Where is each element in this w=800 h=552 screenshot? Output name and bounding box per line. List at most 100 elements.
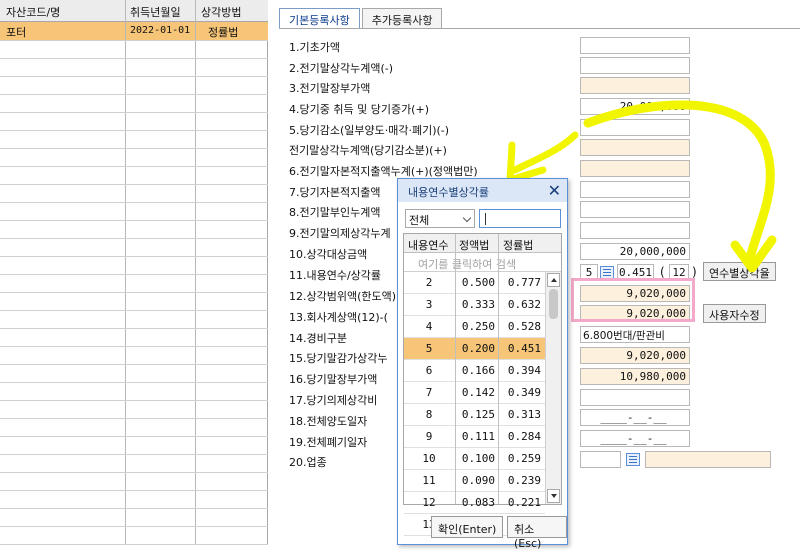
filter-select[interactable]: 전체 bbox=[405, 209, 475, 228]
tab-basic-registration[interactable]: 기본등록사항 bbox=[279, 8, 360, 29]
straight-line-rate-cell: 0.100 bbox=[461, 452, 495, 465]
column-header-useful-life[interactable]: 내용연수 bbox=[408, 237, 448, 253]
rate-table-row[interactable]: 7 0.142 0.349 bbox=[404, 382, 545, 404]
field-expense-type[interactable]: 6.800번대/판관비 bbox=[580, 326, 690, 343]
field-current-acquisition[interactable]: 20,000,000 bbox=[580, 98, 690, 115]
asset-row-selected[interactable]: 포터 2022-01-01 정률법 bbox=[0, 22, 268, 40]
useful-life-cell: 10 bbox=[422, 452, 436, 465]
straight-line-rate-cell: 0.250 bbox=[461, 320, 495, 333]
confirm-button[interactable]: 확인(Enter) bbox=[431, 516, 504, 538]
table-divider bbox=[498, 234, 499, 504]
rate-table-row[interactable]: 3 0.333 0.632 bbox=[404, 294, 545, 316]
field-current-capital-expenditure[interactable] bbox=[580, 181, 690, 198]
useful-life-cell: 7 bbox=[425, 386, 433, 399]
field-prior-accum-decrease bbox=[580, 139, 690, 156]
tab-bar: 기본등록사항 추가등록사항 bbox=[279, 8, 444, 29]
rate-table-row[interactable]: 5 0.200 0.451 bbox=[404, 338, 545, 360]
user-edit-button[interactable]: 사용자수정 bbox=[703, 304, 766, 323]
table-search-hint[interactable]: 여기를 클릭하여 검색 bbox=[404, 253, 561, 272]
field-prior-accum-depreciation[interactable] bbox=[580, 57, 690, 74]
useful-life-cell: 2 bbox=[425, 276, 433, 289]
label-useful-life-rate: 11.내용연수/상각률 bbox=[289, 269, 382, 282]
cancel-button[interactable]: 취소(Esc) bbox=[507, 516, 567, 550]
field-industry-name bbox=[645, 451, 771, 468]
grid-row-line bbox=[0, 112, 268, 113]
straight-line-rate-cell: 0.090 bbox=[461, 474, 495, 487]
straight-line-rate-cell: 0.500 bbox=[461, 276, 495, 289]
column-header-straight-line[interactable]: 정액법 bbox=[459, 237, 489, 253]
arrow-head bbox=[506, 141, 547, 184]
dialog-title-bar: 내용연수별상각률 ✕ bbox=[398, 179, 567, 202]
useful-life-cell: 4 bbox=[425, 320, 433, 333]
useful-life-cell: 3 bbox=[425, 298, 433, 311]
column-header-asset-code[interactable]: 자산코드/명 bbox=[6, 4, 60, 20]
grid-row-line bbox=[0, 490, 268, 491]
field-industry-code[interactable] bbox=[580, 451, 621, 468]
tab-additional-registration[interactable]: 추가등록사항 bbox=[361, 8, 443, 29]
chevron-down-icon bbox=[462, 213, 472, 223]
declining-balance-rate-cell: 0.284 bbox=[507, 430, 541, 443]
label-current-book-value: 16.당기말장부가액 bbox=[289, 373, 378, 386]
field-full-disposal-date[interactable]: ____-__-__ bbox=[580, 430, 690, 447]
table-scrollbar[interactable] bbox=[545, 272, 561, 504]
declining-balance-rate-cell: 0.451 bbox=[507, 342, 541, 355]
column-header-depreciation-method[interactable]: 상각방법 bbox=[201, 4, 241, 20]
useful-life-cell: 5 bbox=[425, 342, 433, 355]
rate-table-row[interactable]: 6 0.166 0.394 bbox=[404, 360, 545, 382]
declining-balance-rate-cell: 0.528 bbox=[507, 320, 541, 333]
declining-balance-rate-cell: 0.259 bbox=[507, 452, 541, 465]
straight-line-rate-cell: 0.142 bbox=[461, 386, 495, 399]
scroll-down-icon[interactable] bbox=[547, 489, 560, 503]
asset-list-grid[interactable]: 자산코드/명 취득년월일 상각방법 포터 2022-01-01 정률법 bbox=[0, 0, 268, 545]
grid-row-line bbox=[0, 526, 268, 527]
close-icon[interactable]: ✕ bbox=[548, 181, 561, 200]
field-opening-value[interactable] bbox=[580, 37, 690, 54]
scroll-up-icon[interactable] bbox=[547, 273, 560, 287]
grid-row-line bbox=[0, 202, 268, 203]
label-prior-accum-decrease: 전기말상각누계액(당기감소분)(+) bbox=[289, 144, 447, 157]
straight-line-rate-cell: 0.166 bbox=[461, 364, 495, 377]
useful-life-cell: 8 bbox=[425, 408, 433, 421]
label-deemed-depreciation: 17.당기의제상각비 bbox=[289, 394, 378, 407]
field-prior-denied-accum[interactable] bbox=[580, 201, 690, 218]
grid-row-line bbox=[0, 544, 268, 545]
arrow-to-dialog bbox=[511, 131, 579, 174]
asset-name-cell: 포터 bbox=[6, 26, 27, 39]
column-header-acquisition-date[interactable]: 취득년월일 bbox=[130, 4, 181, 20]
grid-row-line bbox=[0, 58, 268, 59]
life-rate-button[interactable]: 연수별상각율 bbox=[703, 262, 776, 281]
asset-date-cell: 2022-01-01 bbox=[130, 25, 191, 36]
column-header-declining-balance[interactable]: 정률법 bbox=[503, 237, 533, 253]
search-input[interactable] bbox=[479, 209, 561, 228]
rate-table-header: 내용연수 정액법 정률법 bbox=[404, 234, 561, 253]
grid-divider bbox=[125, 0, 126, 545]
label-full-transfer-date: 18.전체양도일자 bbox=[289, 415, 368, 428]
label-prior-capital-expenditure: 6.전기말자본적지출액누계(+)(정액법만) bbox=[289, 165, 478, 178]
declining-balance-rate-cell: 0.313 bbox=[507, 408, 541, 421]
grid-row-line bbox=[0, 130, 268, 131]
label-company-recorded: 13.회사계상액(12)-( bbox=[289, 311, 388, 324]
useful-life-cell: 9 bbox=[425, 430, 433, 443]
asset-method-cell: 정률법 bbox=[208, 26, 239, 39]
field-current-decrease[interactable] bbox=[580, 119, 690, 136]
lookup-icon[interactable] bbox=[626, 453, 640, 466]
straight-line-rate-cell: 0.200 bbox=[461, 342, 495, 355]
grid-row-line bbox=[0, 328, 268, 329]
highlight-box bbox=[571, 278, 695, 322]
grid-row-line bbox=[0, 508, 268, 509]
rate-table-row[interactable]: 2 0.500 0.777 bbox=[404, 272, 545, 294]
scroll-thumb[interactable] bbox=[549, 289, 558, 319]
rate-table-row[interactable]: 12 0.083 0.221 bbox=[404, 492, 545, 514]
rate-table-row[interactable]: 11 0.090 0.239 bbox=[404, 470, 545, 492]
field-prior-deemed-depreciation[interactable] bbox=[580, 222, 690, 239]
field-deemed-depreciation[interactable] bbox=[580, 389, 690, 406]
rate-table-row[interactable]: 9 0.111 0.284 bbox=[404, 426, 545, 448]
rate-table-row[interactable]: 10 0.100 0.259 bbox=[404, 448, 545, 470]
field-full-transfer-date[interactable]: ____-__-__ bbox=[580, 409, 690, 426]
rate-table-row[interactable]: 4 0.250 0.528 bbox=[404, 316, 545, 338]
straight-line-rate-cell: 0.333 bbox=[461, 298, 495, 311]
field-prior-book-value bbox=[580, 77, 690, 94]
asset-list-header: 자산코드/명 취득년월일 상각방법 bbox=[0, 0, 268, 22]
rate-table-row[interactable]: 8 0.125 0.313 bbox=[404, 404, 545, 426]
label-prior-deemed-depreciation: 9.전기말의제상각누계 bbox=[289, 227, 391, 240]
